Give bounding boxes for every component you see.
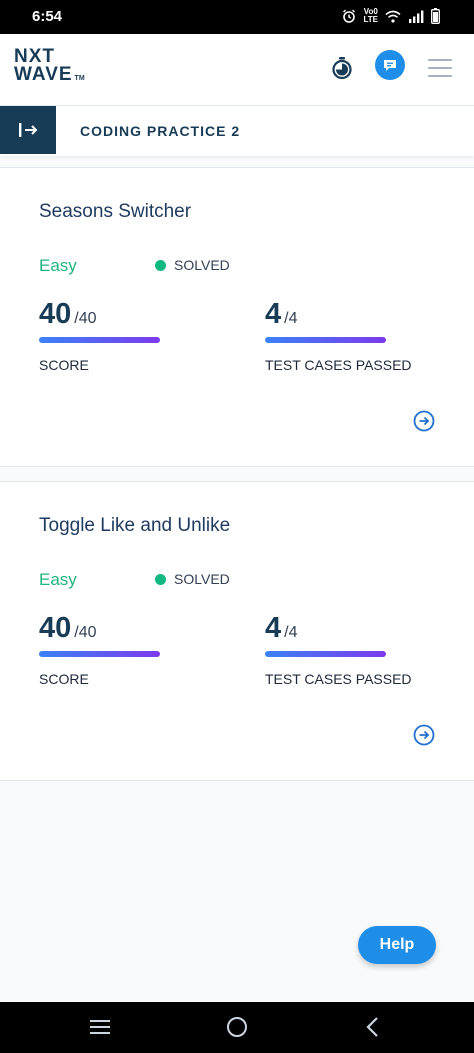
logo-tm: TM [74, 75, 85, 82]
section-title: CODING PRACTICE 2 [80, 123, 241, 139]
score-label: SCORE [39, 357, 89, 373]
chat-icon [384, 60, 396, 71]
stopwatch-icon[interactable] [330, 56, 354, 80]
status-text: SOLVED [174, 257, 230, 273]
help-button[interactable]: Help [358, 926, 436, 964]
test-cases-total: /4 [284, 624, 298, 641]
score-total: /40 [74, 624, 97, 641]
score-value: 40 [39, 612, 72, 644]
difficulty-label: Easy [39, 256, 77, 275]
test-cases-value: 4 [265, 612, 282, 644]
wifi-icon [385, 10, 401, 23]
score-value: 40 [39, 298, 72, 330]
arrow-right-circle-icon[interactable] [413, 724, 435, 746]
arrow-right-circle-icon[interactable] [413, 410, 435, 432]
hamburger-menu-icon[interactable] [428, 59, 452, 83]
test-cases-label: TEST CASES PASSED [265, 357, 412, 373]
test-cases-progress-bar [265, 337, 386, 343]
sidebar-toggle-button[interactable] [0, 106, 56, 154]
score-total: /40 [74, 310, 97, 327]
status-time: 6:54 [32, 8, 63, 25]
chat-button[interactable] [375, 50, 405, 80]
status-bar: 6:54 Vo0 LTE [0, 0, 474, 34]
battery-icon [431, 8, 440, 24]
expand-sidebar-icon [19, 123, 38, 137]
status-icons: Vo0 LTE [342, 8, 440, 24]
nxtwave-logo[interactable]: NXT WAVE TM [14, 47, 85, 88]
score-metric: 40/40 SCORE [39, 298, 229, 373]
test-cases-total: /4 [284, 310, 298, 327]
problem-card[interactable]: Seasons Switcher Easy SOLVED 40/40 SCORE… [0, 167, 474, 467]
score-label: SCORE [39, 671, 89, 687]
alarm-icon [343, 9, 356, 23]
solved-dot-icon [155, 259, 166, 271]
app-header: NXT WAVE TM [0, 34, 474, 106]
network-type-label: Vo0 LTE [363, 8, 378, 24]
status-badge: SOLVED [155, 571, 230, 587]
test-cases-metric: 4/4 TEST CASES PASSED [265, 612, 455, 687]
difficulty-label: Easy [39, 570, 77, 589]
recent-apps-icon[interactable] [89, 1016, 111, 1038]
signal-icon [409, 10, 424, 23]
problem-title: Toggle Like and Unlike [39, 515, 231, 536]
problem-card[interactable]: Toggle Like and Unlike Easy SOLVED 40/40… [0, 481, 474, 781]
solved-dot-icon [155, 573, 166, 585]
test-cases-metric: 4/4 TEST CASES PASSED [265, 298, 455, 373]
test-cases-label: TEST CASES PASSED [265, 671, 412, 687]
home-icon[interactable] [226, 1016, 248, 1038]
net-label-bottom: LTE [363, 15, 378, 24]
status-badge: SOLVED [155, 257, 230, 273]
logo-line2: WAVE [14, 64, 73, 85]
system-nav-bar [0, 1002, 474, 1053]
back-icon[interactable] [363, 1016, 385, 1038]
status-text: SOLVED [174, 571, 230, 587]
test-cases-progress-bar [265, 651, 386, 657]
score-progress-bar [39, 651, 160, 657]
score-metric: 40/40 SCORE [39, 612, 229, 687]
section-header: CODING PRACTICE 2 [0, 106, 474, 156]
test-cases-value: 4 [265, 298, 282, 330]
score-progress-bar [39, 337, 160, 343]
problem-title: Seasons Switcher [39, 201, 192, 222]
